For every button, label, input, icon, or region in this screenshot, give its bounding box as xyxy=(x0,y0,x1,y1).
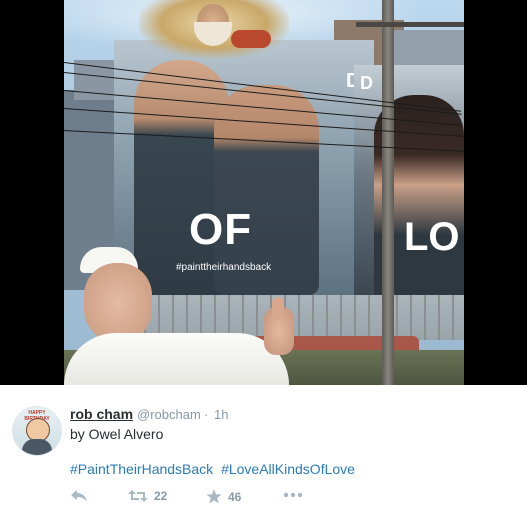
retweet-button[interactable]: 22 xyxy=(128,489,167,503)
god-beard xyxy=(194,22,232,46)
god-robe xyxy=(231,30,271,48)
more-icon xyxy=(283,492,303,498)
separator: · xyxy=(204,407,209,422)
reply-icon xyxy=(71,490,87,502)
retweet-icon xyxy=(128,490,148,502)
tweet-photo[interactable]: OF #painttheirhandsback D LO D xyxy=(0,0,527,385)
hashtag-link[interactable]: #PaintTheirHandsBack xyxy=(70,461,213,477)
tweet-text: by Owel Alvero xyxy=(70,426,164,442)
hashtag-link[interactable]: #LoveAllKindsOfLove xyxy=(221,461,355,477)
display-name[interactable]: rob cham xyxy=(70,406,133,422)
star-icon xyxy=(206,489,222,504)
more-button[interactable] xyxy=(283,491,303,499)
god-figure xyxy=(139,0,289,58)
favorite-button[interactable]: 46 xyxy=(206,489,241,504)
utility-pole xyxy=(382,0,394,385)
avatar-body xyxy=(22,439,52,455)
billboard-slogan: LO xyxy=(404,215,460,259)
pope-face xyxy=(84,263,152,343)
pole-crossbar xyxy=(356,22,464,27)
pope-figure xyxy=(64,245,294,385)
avatar[interactable]: HAPPY BIRTHDAY xyxy=(12,406,62,456)
timestamp[interactable]: 1h xyxy=(214,407,228,422)
reply-button[interactable] xyxy=(70,489,88,503)
retweet-count: 22 xyxy=(154,489,168,503)
user-handle[interactable]: @robcham xyxy=(137,407,201,422)
billboard-brand: D xyxy=(360,73,373,93)
pope-robe xyxy=(64,333,289,385)
thumb xyxy=(272,297,284,319)
tweet-hashtags: #PaintTheirHandsBack #LoveAllKindsOfLove xyxy=(70,461,355,477)
favorite-count: 46 xyxy=(228,489,242,504)
